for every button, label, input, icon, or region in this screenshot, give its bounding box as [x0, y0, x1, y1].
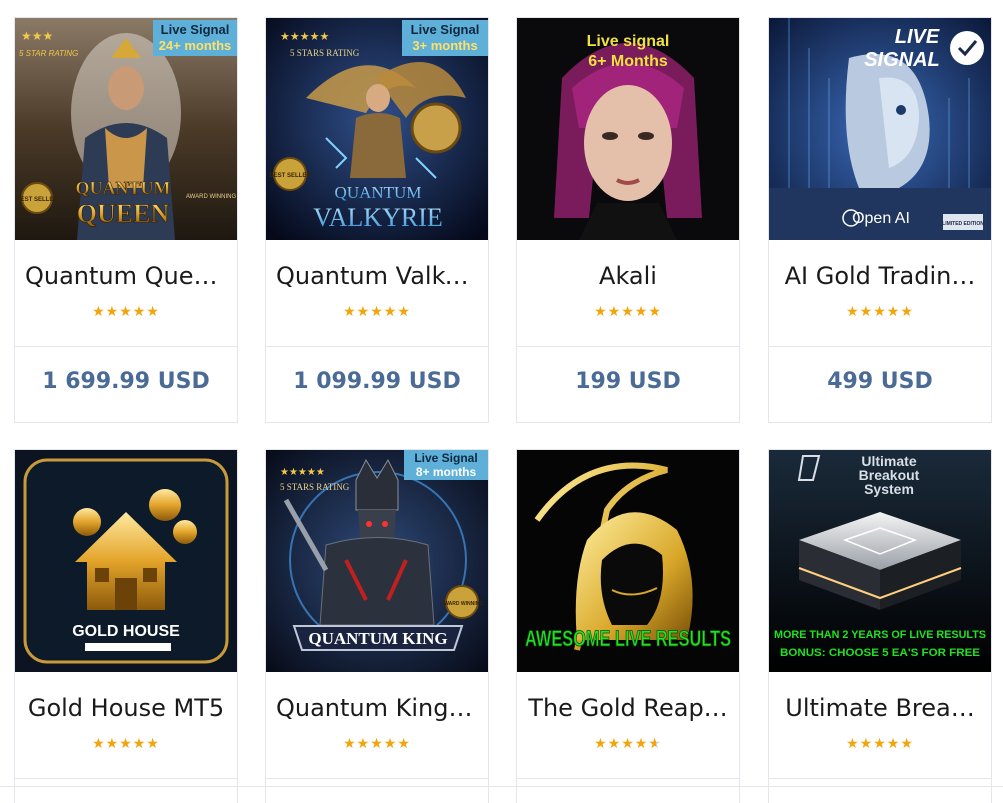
footer-line2: BONUS: CHOOSE 5 EA'S FOR FREE	[780, 647, 980, 659]
product-card-quantum-valkyrie[interactable]: Live Signal 3+ months ★★★★★ 5 STARS RATI…	[265, 17, 489, 423]
header-line3: System	[864, 481, 914, 497]
logo-line2: QUEEN	[77, 199, 170, 228]
logo-line2: VALKYRIE	[313, 203, 443, 232]
rating-stars: ★★★★★	[769, 737, 991, 779]
product-card-quantum-king[interactable]: AWARD WINNING Live Signal 8+ months ★★★★…	[265, 449, 489, 803]
rating-stars: ★★★★★	[769, 305, 991, 347]
product-card-ultimate-breakout[interactable]: Ultimate Breakout System MORE THAN 2 YEA…	[768, 449, 992, 803]
product-price: 1 699.99 USD	[42, 369, 210, 394]
product-image: AWARD WINNING Live Signal 8+ months ★★★★…	[266, 450, 488, 672]
product-image: Live signal 6+ Months	[517, 18, 739, 240]
product-title[interactable]: AI Gold Tradin…	[769, 240, 991, 312]
logo-line1: QUANTUM	[335, 183, 422, 202]
corner-rating-text: 5 STAR RATING	[19, 49, 78, 58]
product-thumbnail[interactable]: AWESOME LIVE RESULTS	[517, 450, 739, 672]
banner-line2: SIGNAL	[864, 49, 940, 71]
rating-stars: ★★★★★	[266, 305, 488, 347]
svg-text:★★★★★: ★★★★★	[280, 30, 329, 43]
product-image: Ultimate Breakout System MORE THAN 2 YEA…	[769, 450, 991, 672]
award-text: AWARD WINNING	[441, 601, 483, 607]
logo-text: AWESOME LIVE RESULTS	[525, 626, 731, 651]
product-price: 199 USD	[575, 369, 681, 394]
banner-line2: 3+ months	[412, 38, 477, 53]
product-title[interactable]: The Gold Reap…	[517, 672, 739, 744]
logo-text: GOLD HOUSE	[72, 623, 180, 640]
corner-rating-text: 5 STARS RATING	[290, 48, 360, 58]
badge-text: BEST SELLER	[16, 197, 58, 203]
product-thumbnail[interactable]: Live signal 6+ Months	[517, 18, 739, 240]
row-divider	[0, 786, 1003, 787]
rating-stars: ★★★★★	[15, 737, 237, 779]
rating-stars: ★★★★★	[266, 737, 488, 779]
banner-line2: 24+ months	[159, 38, 232, 53]
product-title[interactable]: Akali	[517, 240, 739, 312]
product-title[interactable]: Quantum Quee…	[15, 240, 237, 312]
footer-line1: MORE THAN 2 YEARS OF LIVE RESULTS	[774, 629, 986, 641]
banner-line1: Live Signal	[411, 22, 480, 37]
product-card-akali[interactable]: Live signal 6+ Months Akali ★★★★★ 199 US…	[516, 17, 740, 423]
award-text: AWARD WINNING	[186, 194, 237, 200]
product-image: Open AI LIMITED EDITION LIVE SIGNAL	[769, 18, 991, 240]
product-thumbnail[interactable]: Open AI LIMITED EDITION LIVE SIGNAL	[769, 18, 991, 240]
logo-line1: QUANTUM	[76, 178, 171, 198]
product-image: Live Signal 3+ months ★★★★★ 5 STARS RATI…	[266, 18, 488, 240]
product-title[interactable]: Quantum King …	[266, 672, 488, 744]
product-card-gold-house[interactable]: GOLD HOUSE Gold House MT5 ★★★★★	[14, 449, 238, 803]
rating-stars: ★★★★★	[517, 737, 739, 779]
product-image: Live Signal 24+ months ★★★ 5 STAR RATING…	[15, 18, 237, 240]
corner-rating-text: 5 STARS RATING	[280, 482, 350, 492]
product-thumbnail[interactable]: Ultimate Breakout System MORE THAN 2 YEA…	[769, 450, 991, 672]
banner-line1: LIVE	[895, 26, 940, 48]
product-image: GOLD HOUSE	[15, 450, 237, 672]
product-image: AWESOME LIVE RESULTS	[517, 450, 739, 672]
product-thumbnail[interactable]: Live Signal 3+ months ★★★★★ 5 STARS RATI…	[266, 18, 488, 240]
svg-text:★★★★★: ★★★★★	[280, 467, 325, 478]
product-card-quantum-queen[interactable]: Live Signal 24+ months ★★★ 5 STAR RATING…	[14, 17, 238, 423]
half-star-icon: ★	[648, 737, 662, 751]
product-thumbnail[interactable]: AWARD WINNING Live Signal 8+ months ★★★★…	[266, 450, 488, 672]
banner-line2: 8+ months	[416, 465, 477, 479]
product-title[interactable]: Ultimate Brea…	[769, 672, 991, 744]
banner-line1: Live signal	[587, 33, 670, 50]
product-thumbnail[interactable]: GOLD HOUSE	[15, 450, 237, 672]
product-price: 499 USD	[827, 369, 933, 394]
logo-text: Open AI	[852, 210, 910, 227]
banner-line1: Live Signal	[414, 451, 477, 465]
banner-line2: 6+ Months	[588, 53, 668, 70]
badge-text: BEST SELLER	[269, 173, 311, 179]
product-price: 1 099.99 USD	[293, 369, 461, 394]
product-card-ai-gold-trading[interactable]: Open AI LIMITED EDITION LIVE SIGNAL AI G…	[768, 17, 992, 423]
product-grid: Live Signal 24+ months ★★★ 5 STAR RATING…	[0, 0, 1003, 803]
logo-text: QUANTUM KING	[308, 629, 447, 648]
product-thumbnail[interactable]: Live Signal 24+ months ★★★ 5 STAR RATING…	[15, 18, 237, 240]
banner-line1: Live Signal	[161, 22, 230, 37]
product-title[interactable]: Quantum Valky…	[266, 240, 488, 312]
edition-text: LIMITED EDITION	[942, 221, 984, 227]
product-card-the-gold-reaper[interactable]: AWESOME LIVE RESULTS The Gold Reap… ★★★★…	[516, 449, 740, 803]
svg-text:★★★: ★★★	[21, 29, 53, 43]
rating-stars: ★★★★★	[517, 305, 739, 347]
rating-stars: ★★★★★	[15, 305, 237, 347]
product-title[interactable]: Gold House MT5	[15, 672, 237, 744]
